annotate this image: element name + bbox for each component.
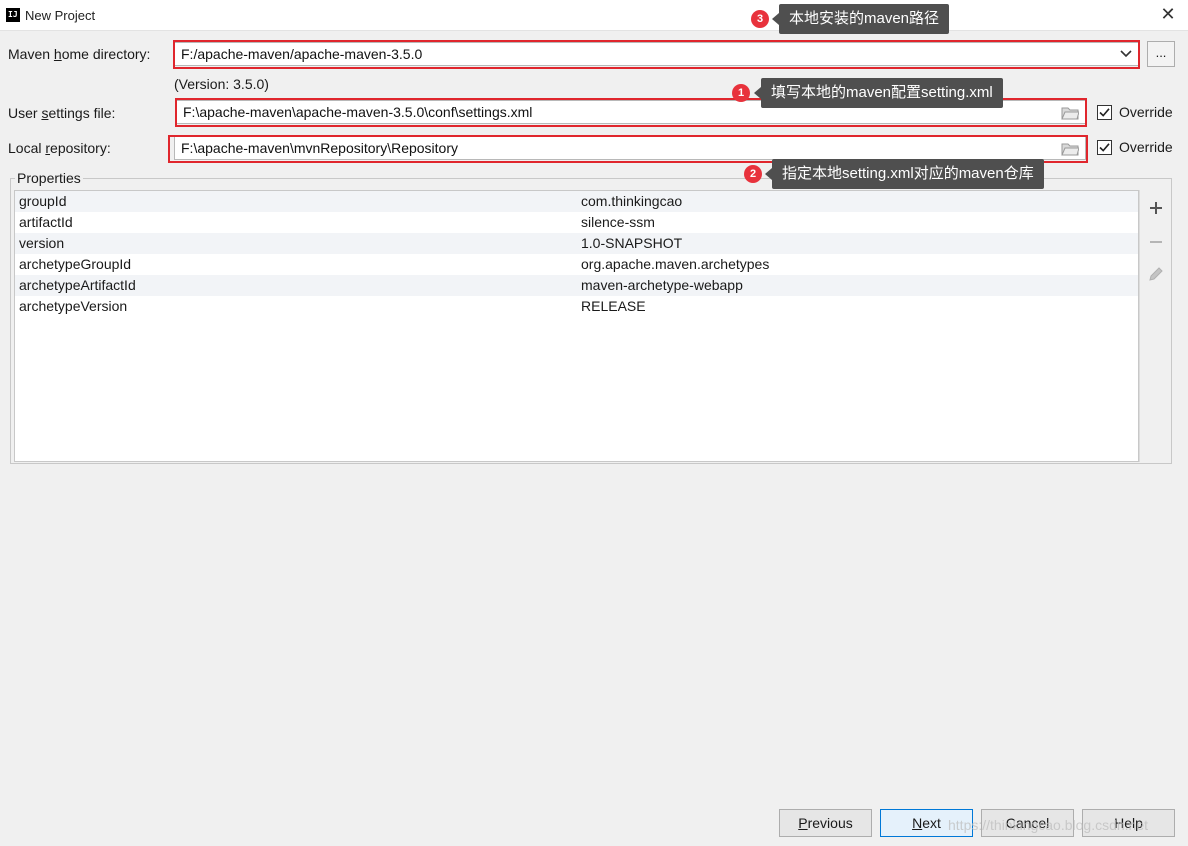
annotation-callout: 填写本地的maven配置setting.xml: [754, 78, 1003, 108]
local-repo-override-label[interactable]: Override: [1119, 139, 1173, 155]
property-value: maven-archetype-webapp: [581, 277, 743, 293]
property-key: groupId: [19, 193, 67, 209]
browse-button[interactable]: ...: [1147, 41, 1175, 67]
table-row[interactable]: groupId com.thinkingcao: [15, 191, 1138, 212]
next-label: ext: [922, 815, 941, 831]
annotation-callout: 本地安装的maven路径: [771, 4, 950, 34]
user-settings-override-label[interactable]: Override: [1119, 104, 1173, 120]
property-key: archetypeVersion: [19, 298, 128, 314]
local-repo-label: Local repository:: [8, 140, 111, 156]
annotation-badge: 1: [732, 84, 750, 102]
checkmark-icon: [1099, 143, 1110, 152]
local-repo-override-checkbox[interactable]: [1097, 140, 1112, 155]
annotation-box-maven-home: [173, 40, 1140, 69]
pencil-icon[interactable]: [1146, 264, 1166, 284]
plus-icon[interactable]: [1146, 198, 1166, 218]
annotation-callout: 指定本地setting.xml对应的maven仓库: [765, 159, 1044, 189]
user-settings-label: User settings file:: [8, 105, 115, 121]
annotation-badge: 3: [751, 10, 769, 28]
local-repo-label-post: epository:: [50, 140, 111, 156]
table-row[interactable]: version 1.0-SNAPSHOT: [15, 233, 1138, 254]
property-value: org.apache.maven.archetypes: [581, 256, 770, 272]
checkmark-icon: [1099, 108, 1110, 117]
maven-version-note: (Version: 3.5.0): [174, 76, 269, 92]
property-key: artifactId: [19, 214, 73, 230]
table-row[interactable]: artifactId silence-ssm: [15, 212, 1138, 233]
maven-home-label-mnemonic: h: [53, 46, 62, 62]
close-icon[interactable]: ✕: [1156, 4, 1180, 25]
properties-toolbar: [1139, 190, 1171, 462]
minus-icon[interactable]: [1146, 232, 1166, 252]
property-key: archetypeArtifactId: [19, 277, 136, 293]
next-mnemonic: N: [912, 815, 923, 831]
previous-label: revious: [807, 815, 853, 831]
properties-legend: Properties: [15, 170, 83, 186]
property-value: com.thinkingcao: [581, 193, 683, 209]
maven-home-label: Maven home directory:: [8, 46, 150, 62]
maven-home-label-post: ome directory:: [61, 46, 151, 62]
watermark: https://thinkingcao.blog.csdn.net: [948, 817, 1149, 833]
property-key: archetypeGroupId: [19, 256, 132, 272]
properties-table: groupId com.thinkingcao artifactId silen…: [14, 190, 1139, 462]
table-row[interactable]: archetypeVersion RELEASE: [15, 296, 1138, 317]
user-settings-label-post: ettings file:: [48, 105, 116, 121]
property-key: version: [19, 235, 65, 251]
title-bar: IJ New Project ✕: [0, 0, 1188, 31]
user-settings-label-pre: User: [8, 105, 42, 121]
window-title: New Project: [25, 8, 96, 23]
property-value: silence-ssm: [581, 214, 655, 230]
maven-home-label-pre: Maven: [8, 46, 54, 62]
table-row[interactable]: archetypeArtifactId maven-archetype-weba…: [15, 275, 1138, 296]
previous-mnemonic: P: [798, 815, 808, 831]
previous-button[interactable]: Previous: [779, 809, 872, 837]
local-repo-label-pre: Local: [8, 140, 46, 156]
property-value: 1.0-SNAPSHOT: [581, 235, 683, 251]
intellij-logo-icon: IJ: [6, 8, 20, 22]
annotation-badge: 2: [744, 165, 762, 183]
table-row[interactable]: archetypeGroupId org.apache.maven.archet…: [15, 254, 1138, 275]
property-value: RELEASE: [581, 298, 646, 314]
user-settings-override-checkbox[interactable]: [1097, 105, 1112, 120]
